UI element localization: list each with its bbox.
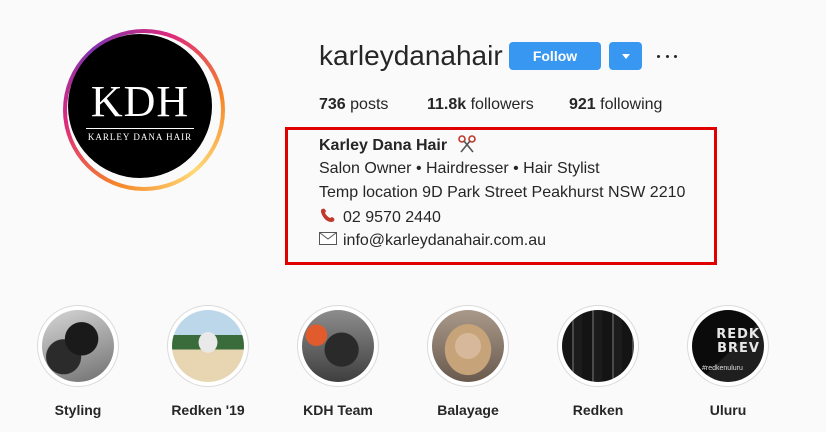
follow-button[interactable]: Follow: [509, 42, 601, 70]
highlight-label: Redken: [572, 402, 624, 418]
stat-following[interactable]: 921 following: [569, 95, 662, 115]
bio-line-occupation: Salon Owner • Hairdresser • Hair Stylist: [319, 160, 600, 177]
stat-followers[interactable]: 11.8k followers: [427, 95, 534, 115]
following-count: 921: [569, 96, 596, 113]
highlight-label: Uluru: [709, 402, 747, 418]
highlight-item[interactable]: REDK BREV #redkenuluru Uluru: [683, 305, 773, 418]
highlight-cover-image: [432, 310, 504, 382]
highlight-cover-image: [562, 310, 634, 382]
more-options-icon: [657, 54, 660, 58]
highlight-item[interactable]: KDH Team: [293, 305, 383, 418]
bio-email-text: info@karleydanahair.com.au: [343, 232, 547, 250]
highlight-label: Balayage: [437, 402, 499, 418]
bio-phone-text: 02 9570 2440: [343, 209, 441, 227]
more-options-button[interactable]: [657, 48, 677, 64]
highlight-overlay-hashtag: #redkenuluru: [702, 365, 743, 372]
more-options-icon: [665, 54, 669, 58]
highlight-cover-image: REDK BREV #redkenuluru: [692, 310, 764, 382]
highlight-item[interactable]: Redken: [553, 305, 643, 418]
highlight-cover-ring: [167, 305, 249, 387]
avatar-logo-main: KDH: [90, 77, 190, 126]
profile-avatar-ring[interactable]: KDH KARLEY DANA HAIR: [63, 29, 225, 191]
avatar-logo-sub: KARLEY DANA HAIR: [87, 132, 193, 142]
highlight-item[interactable]: Styling: [33, 305, 123, 418]
highlight-item[interactable]: Redken '19: [163, 305, 253, 418]
highlight-cover-ring: [37, 305, 119, 387]
posts-label: posts: [350, 96, 389, 113]
followers-count: 11.8k: [427, 96, 467, 113]
highlight-label: KDH Team: [303, 402, 373, 418]
bio-email: info@karleydanahair.com.au: [319, 231, 546, 251]
caret-down-icon: [621, 53, 630, 59]
more-options-icon: [674, 54, 677, 58]
stat-posts: 736 posts: [319, 95, 388, 115]
highlight-overlay-text: REDK BREV: [716, 327, 760, 356]
bio-phone: 02 9570 2440: [319, 207, 441, 229]
followers-label: followers: [470, 96, 534, 113]
highlight-cover-image: [42, 310, 114, 382]
highlight-label: Redken '19: [171, 402, 245, 418]
avatar-logo-rule: [86, 128, 194, 129]
highlight-cover-image: [172, 310, 244, 382]
scissors-icon: [457, 135, 476, 159]
phone-icon: [319, 207, 337, 229]
bio-line-location: Temp location 9D Park Street Peakhurst N…: [319, 184, 686, 201]
envelope-icon: [319, 231, 337, 251]
bio-name-text: Karley Dana Hair: [319, 137, 448, 154]
following-label: following: [600, 96, 663, 113]
highlight-cover-ring: REDK BREV #redkenuluru: [687, 305, 769, 387]
profile-avatar[interactable]: KDH KARLEY DANA HAIR: [68, 34, 212, 178]
highlight-cover-image: [302, 310, 374, 382]
suggested-dropdown-button[interactable]: [609, 42, 642, 70]
highlight-cover-ring: [297, 305, 379, 387]
posts-count: 736: [319, 96, 346, 113]
highlight-cover-ring: [427, 305, 509, 387]
highlight-item[interactable]: Balayage: [423, 305, 513, 418]
highlight-label: Styling: [54, 402, 102, 418]
profile-username: karleydanahair: [319, 40, 503, 71]
highlight-cover-ring: [557, 305, 639, 387]
bio-name: Karley Dana Hair: [319, 135, 476, 159]
